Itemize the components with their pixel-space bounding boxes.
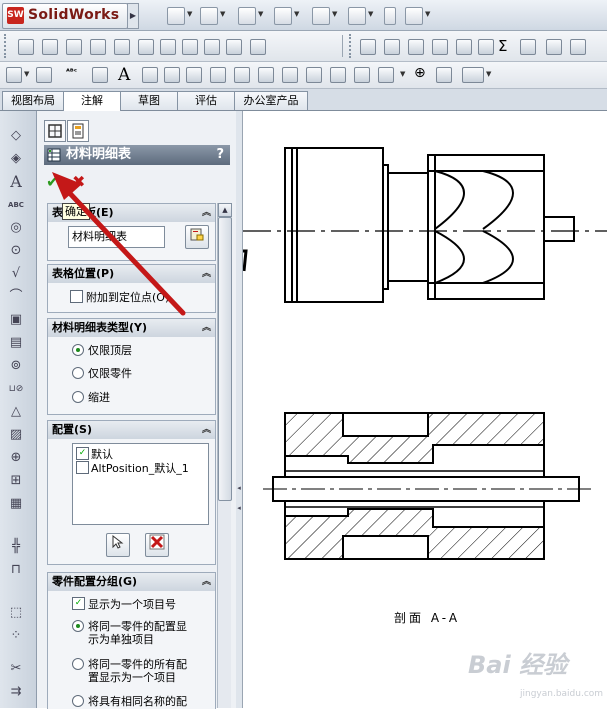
watermark-url: jingyan.baidu.com [520, 689, 604, 699]
tutorial-arrow-overlay [52, 172, 186, 316]
red-arrow-head-icon [52, 172, 82, 200]
watermark-logo: Bai 经验 [468, 651, 568, 679]
red-arrow-shaft [59, 182, 186, 316]
